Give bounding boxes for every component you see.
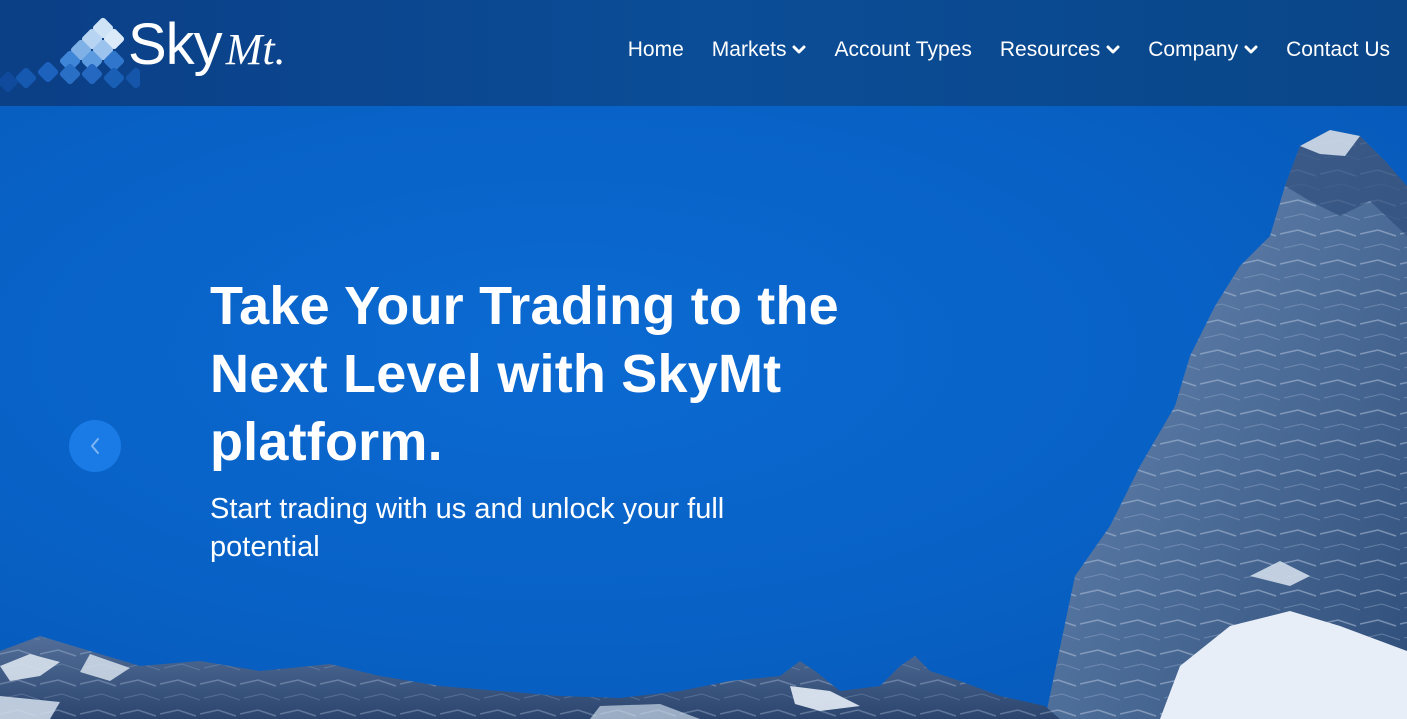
chevron-left-icon	[91, 438, 99, 454]
nav-item-label: Contact Us	[1286, 38, 1390, 61]
nav-item-label: Home	[627, 38, 684, 61]
logo-text-sky: Sky	[128, 12, 223, 77]
nav-item-home[interactable]: Home	[614, 38, 698, 62]
logo-diamond-icon	[0, 17, 140, 93]
logo[interactable]: SkyMt.	[0, 0, 320, 106]
chevron-down-icon	[1106, 45, 1120, 54]
nav-item-resources[interactable]: Resources	[986, 38, 1134, 62]
slider-prev-button[interactable]	[69, 420, 121, 472]
nav-item-label: Markets	[711, 38, 787, 61]
hero-subtitle: Start trading with us and unlock your fu…	[210, 493, 725, 563]
chevron-down-icon	[792, 45, 806, 54]
nav-item-markets[interactable]: Markets	[698, 38, 821, 62]
site-header: SkyMt. Home Markets Account Types Resour…	[0, 0, 1407, 106]
hero-slider: Take Your Trading to the Next Level with…	[0, 106, 1407, 719]
chevron-down-icon	[1244, 45, 1258, 54]
nav-item-company[interactable]: Company	[1134, 38, 1272, 62]
logo-text-mt: Mt.	[225, 25, 286, 74]
nav-item-label: Company	[1148, 38, 1239, 61]
nav-item-contact-us[interactable]: Contact Us	[1272, 38, 1390, 62]
nav-item-account-types[interactable]: Account Types	[820, 38, 985, 62]
page: SkyMt. Home Markets Account Types Resour…	[0, 0, 1407, 719]
main-nav: Home Markets Account Types Resources Com…	[614, 30, 1390, 70]
logo-wordmark: SkyMt.	[128, 12, 286, 83]
hero-title: Take Your Trading to the Next Level with…	[210, 276, 839, 472]
nav-item-label: Account Types	[834, 38, 972, 61]
nav-item-label: Resources	[999, 38, 1101, 61]
